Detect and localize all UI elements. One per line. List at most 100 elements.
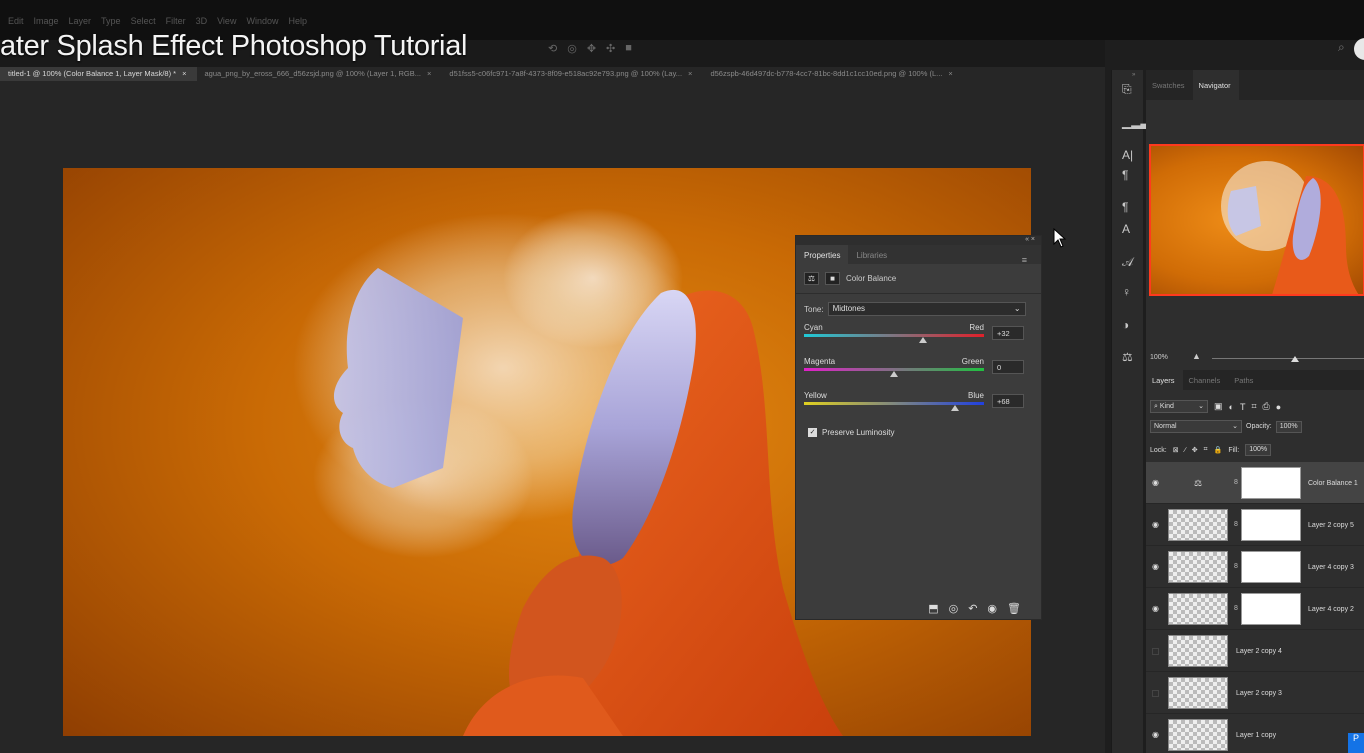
slider-handle[interactable] <box>951 405 960 411</box>
character-icon[interactable]: A| <box>1122 148 1133 162</box>
close-icon[interactable]: × <box>427 69 431 78</box>
slider-value-field[interactable]: +68 <box>992 394 1024 408</box>
slider-track[interactable] <box>804 334 984 337</box>
paragraph-styles-icon[interactable]: ¶ <box>1122 200 1128 214</box>
layer-mask-thumbnail[interactable] <box>1241 467 1301 499</box>
orbit-icon[interactable]: ⟲ <box>548 42 557 55</box>
slider-value-field[interactable]: 0 <box>992 360 1024 374</box>
collapse-close-icon[interactable]: « × <box>1025 236 1035 243</box>
panel-menu-icon[interactable]: ≡ <box>1014 249 1035 265</box>
paragraph-icon[interactable]: ¶ <box>1122 168 1128 182</box>
layer-mask-thumbnail[interactable] <box>1241 593 1301 625</box>
tab-paths[interactable]: Paths <box>1228 370 1261 390</box>
layer-name[interactable]: Color Balance 1 <box>1308 480 1358 487</box>
filter-type-icon[interactable]: T <box>1240 402 1246 412</box>
layer-name[interactable]: Layer 2 copy 5 <box>1308 522 1354 529</box>
menu-edit[interactable]: Edit <box>8 16 24 26</box>
menu-layer[interactable]: Layer <box>69 16 92 26</box>
tab-swatches[interactable]: Swatches <box>1146 70 1193 100</box>
menu-filter[interactable]: Filter <box>166 16 186 26</box>
properties-icon[interactable]: ⚖ <box>1122 350 1133 364</box>
layer-thumbnail[interactable] <box>1168 719 1228 751</box>
view-previous-icon[interactable]: ◎ <box>949 602 959 615</box>
layer-thumbnail[interactable] <box>1168 593 1228 625</box>
menu-image[interactable]: Image <box>34 16 59 26</box>
filter-smart-object-icon[interactable]: ⎙ <box>1263 401 1270 412</box>
menu-3d[interactable]: 3D <box>196 16 208 26</box>
layer-row[interactable]: ◉ 8 Layer 4 copy 2 <box>1146 588 1364 630</box>
blend-mode-select[interactable]: Normal ⌄ <box>1150 420 1242 433</box>
tab-libraries[interactable]: Libraries <box>848 245 895 264</box>
visibility-icon[interactable]: ◉ <box>987 602 997 615</box>
layer-mask-thumbnail[interactable] <box>1241 509 1301 541</box>
kind-filter-select[interactable]: ⌕ Kind ⌄ <box>1150 400 1208 413</box>
slide-icon[interactable]: ✣ <box>606 42 615 55</box>
filter-toggle-icon[interactable]: ● <box>1276 402 1281 412</box>
layer-row[interactable]: Layer 2 copy 3 <box>1146 672 1364 714</box>
layer-thumbnail[interactable] <box>1168 551 1228 583</box>
panel-grip[interactable]: « × <box>796 236 1041 245</box>
layer-thumbnail[interactable] <box>1168 509 1228 541</box>
filter-shape-icon[interactable]: ⌗ <box>1251 401 1256 412</box>
visibility-eye-icon[interactable] <box>1152 690 1159 697</box>
menu-select[interactable]: Select <box>131 16 156 26</box>
search-icon[interactable]: ⌕ <box>1338 40 1345 55</box>
reset-icon[interactable]: ↶ <box>968 602 977 615</box>
layer-name[interactable]: Layer 4 copy 3 <box>1308 564 1354 571</box>
lock-paint-icon[interactable]: ∕ <box>1185 447 1186 454</box>
opacity-field[interactable]: 100% <box>1275 420 1302 433</box>
character-styles-icon[interactable]: A <box>1122 222 1130 236</box>
lock-all-icon[interactable]: 🔒 <box>1214 446 1223 454</box>
close-icon[interactable]: × <box>688 69 692 78</box>
visibility-eye-icon[interactable]: ◉ <box>1152 604 1159 613</box>
lock-artboard-icon[interactable]: ⌗ <box>1204 446 1208 454</box>
filter-pixel-icon[interactable]: ▣ <box>1214 401 1223 412</box>
tab-layers[interactable]: Layers <box>1146 370 1183 390</box>
preserve-luminosity-checkbox[interactable]: ✓ <box>808 428 817 437</box>
visibility-eye-icon[interactable]: ◉ <box>1152 478 1159 487</box>
zoom-slider[interactable] <box>1212 358 1364 359</box>
close-icon[interactable]: × <box>182 69 186 78</box>
visibility-eye-icon[interactable] <box>1152 648 1159 655</box>
layer-row[interactable]: ◉ Layer 1 copy <box>1146 714 1364 753</box>
slider-handle[interactable] <box>918 337 927 343</box>
layer-thumbnail[interactable] <box>1168 677 1228 709</box>
layer-thumbnail[interactable] <box>1168 635 1228 667</box>
history-icon[interactable]: ⎘ <box>1122 82 1132 97</box>
tab-document-2[interactable]: agua_png_by_eross_666_d56zsjd.png @ 100%… <box>197 67 442 81</box>
clip-icon[interactable]: ⬒ <box>928 602 938 615</box>
slider-handle[interactable] <box>890 371 898 377</box>
light-bulb-icon[interactable]: ♀ <box>1122 285 1131 299</box>
slider-value-field[interactable]: +32 <box>992 326 1024 340</box>
layer-name[interactable]: Layer 1 copy <box>1236 732 1276 739</box>
layer-name[interactable]: Layer 2 copy 4 <box>1236 648 1282 655</box>
layer-name[interactable]: Layer 2 copy 3 <box>1236 690 1282 697</box>
adjustments-icon[interactable]: ◑ <box>1122 318 1129 332</box>
pan-icon[interactable]: ✥ <box>587 42 596 55</box>
menu-view[interactable]: View <box>217 16 236 26</box>
tab-document-3[interactable]: d51fss5-c06fc971-7a8f-4373-8f09-e518ac92… <box>441 67 702 81</box>
roll-icon[interactable]: ◎ <box>567 42 577 55</box>
preserve-luminosity-row[interactable]: ✓ Preserve Luminosity <box>796 422 1041 443</box>
layer-mask-thumbnail[interactable] <box>1241 551 1301 583</box>
layer-row[interactable]: Layer 2 copy 4 <box>1146 630 1364 672</box>
menu-help[interactable]: Help <box>288 16 307 26</box>
visibility-eye-icon[interactable]: ◉ <box>1152 520 1159 529</box>
lock-transparent-icon[interactable]: ⊠ <box>1173 446 1179 454</box>
tab-properties[interactable]: Properties <box>796 245 849 264</box>
layer-name[interactable]: Layer 4 copy 2 <box>1308 606 1354 613</box>
avatar[interactable] <box>1354 38 1364 60</box>
tab-navigator[interactable]: Navigator <box>1192 70 1239 100</box>
tab-document-1[interactable]: titled-1 @ 100% (Color Balance 1, Layer … <box>0 67 197 81</box>
filter-adjustment-icon[interactable]: ◐ <box>1229 402 1234 412</box>
menu-window[interactable]: Window <box>246 16 278 26</box>
layer-row[interactable]: ◉ ⚖ 8 Color Balance 1 <box>1146 462 1364 504</box>
visibility-eye-icon[interactable]: ◉ <box>1152 562 1159 571</box>
visibility-eye-icon[interactable]: ◉ <box>1152 730 1159 739</box>
tab-document-4[interactable]: d56zspb-46d497dc-b778-4cc7-81bc-8dd1c1cc… <box>702 67 962 81</box>
zoom-out-icon[interactable]: ▲ <box>1192 351 1201 361</box>
menu-type[interactable]: Type <box>101 16 121 26</box>
tone-select[interactable]: Midtones ⌄ <box>827 302 1026 316</box>
layer-mask-icon[interactable]: ■ <box>825 272 840 285</box>
navigator-preview[interactable] <box>1149 144 1364 296</box>
